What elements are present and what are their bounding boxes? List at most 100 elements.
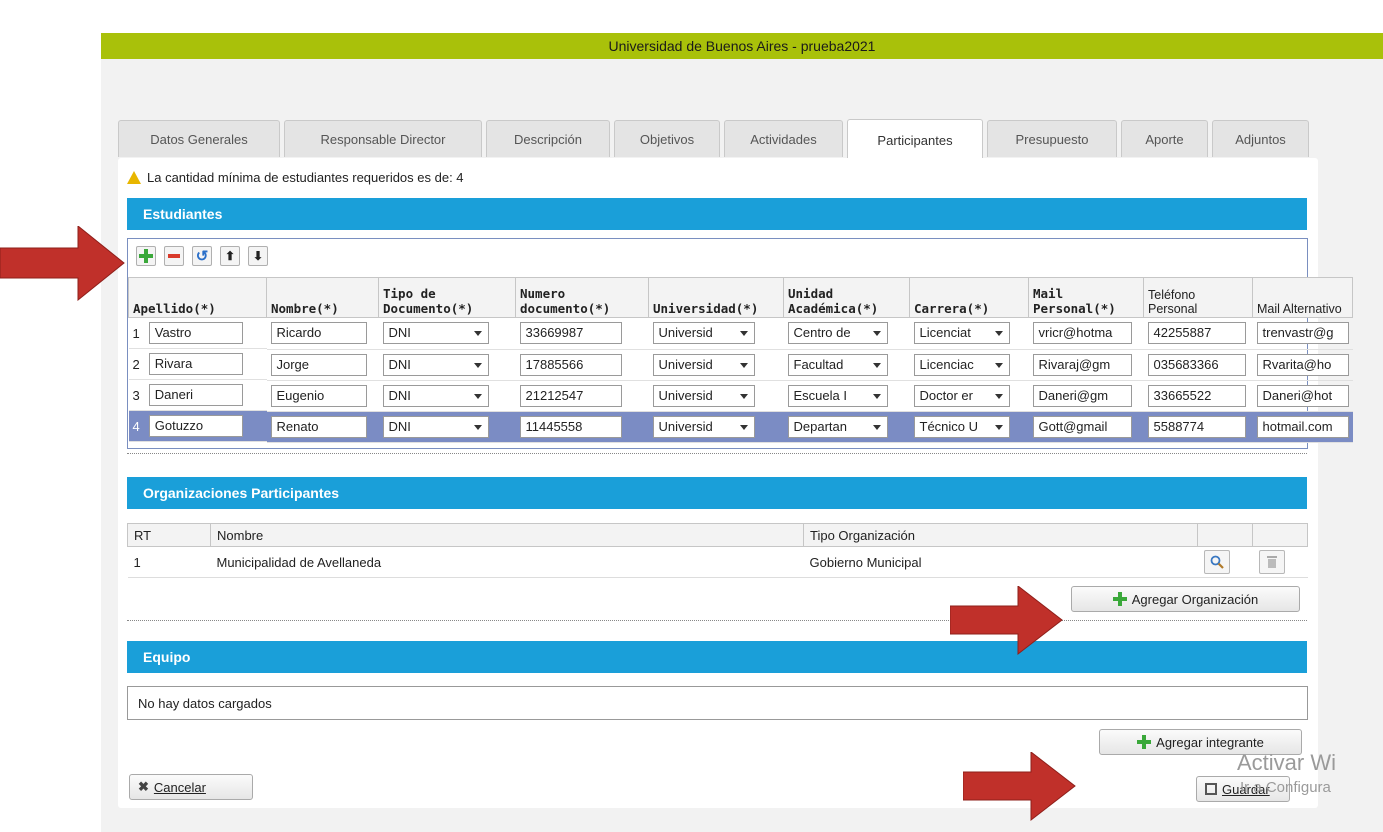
carrera-select[interactable]: Doctor er — [913, 384, 1010, 407]
table-row[interactable]: 4 Gotuzzo Renato DNI 11445558 Universid Depart… — [128, 411, 1353, 443]
telefono-field[interactable]: 42255887 — [1147, 322, 1246, 345]
tab-participantes[interactable]: Participantes — [847, 119, 983, 160]
org-rt: 1 — [127, 546, 211, 578]
annotation-arrow — [950, 586, 1063, 656]
tab-descripcion[interactable]: Descripción — [486, 120, 610, 157]
universidad-select[interactable]: Universid — [652, 384, 755, 407]
unidad-academica-select[interactable]: Centro de — [787, 322, 888, 345]
estudiantes-header: Estudiantes — [127, 198, 1307, 230]
unidad-academica-select[interactable]: Departan — [787, 415, 888, 438]
telefono-field[interactable]: 5588774 — [1147, 415, 1246, 438]
move-down-icon: ⬇ — [252, 249, 264, 263]
add-organization-label: Agregar Organización — [1131, 591, 1259, 607]
apellido-field[interactable]: Daneri — [148, 384, 243, 406]
windows-activation-watermark: Activar Wi — [1237, 750, 1336, 776]
separator — [127, 453, 1307, 454]
estudiantes-toolbar: ↺ ⬆ ⬇ — [136, 246, 268, 266]
telefono-field[interactable]: 035683366 — [1147, 353, 1246, 376]
nombre-field[interactable]: Ricardo — [270, 322, 367, 345]
separator — [127, 620, 1307, 621]
mail-alternativo-field[interactable]: Daneri@hot — [1256, 384, 1349, 407]
tab-presupuesto[interactable]: Presupuesto — [987, 120, 1117, 157]
move-down-button[interactable]: ⬇ — [248, 246, 268, 266]
undo-icon: ↺ — [195, 248, 209, 265]
col-mail-personal: Mail Personal(*) — [1028, 277, 1144, 318]
cancel-icon: ✖ — [138, 779, 149, 794]
mail-alternativo-field[interactable]: Rvarita@ho — [1256, 353, 1349, 376]
tipo-documento-select[interactable]: DNI — [382, 353, 489, 376]
delete-org-button[interactable] — [1258, 550, 1285, 574]
mail-personal-field[interactable]: Daneri@gm — [1032, 384, 1132, 407]
numero-documento-field[interactable]: 33669987 — [519, 322, 622, 345]
move-up-button[interactable]: ⬆ — [220, 246, 240, 266]
table-row[interactable]: 2 Rivara Jorge DNI 17885566 Universid Facultad… — [128, 349, 1353, 381]
carrera-select[interactable]: Licenciat — [913, 322, 1010, 345]
carrera-select[interactable]: Licenciac — [913, 353, 1010, 376]
app-title-bar: Universidad de Buenos Aires - prueba2021 — [101, 33, 1383, 59]
universidad-select[interactable]: Universid — [652, 322, 755, 345]
mail-personal-field[interactable]: Rivaraj@gm — [1032, 353, 1132, 376]
universidad-select[interactable]: Universid — [652, 415, 755, 438]
trash-icon — [1266, 556, 1277, 568]
universidad-select[interactable]: Universid — [652, 353, 755, 376]
unidad-academica-select[interactable]: Facultad — [787, 353, 888, 376]
nombre-field[interactable]: Jorge — [270, 353, 367, 376]
empty-message: No hay datos cargados — [138, 695, 272, 711]
tab-actividades[interactable]: Actividades — [724, 120, 843, 157]
col-mail-alternativo: Mail Alternativo — [1252, 277, 1353, 318]
row-number: 1 — [132, 325, 140, 341]
col-numero-documento: Numero documento(*) — [515, 277, 649, 318]
app-title: Universidad de Buenos Aires - prueba2021 — [608, 38, 876, 54]
remove-row-button[interactable] — [164, 246, 184, 266]
apellido-field[interactable]: Vastro — [148, 322, 243, 344]
nombre-field[interactable]: Eugenio — [270, 384, 367, 407]
equipo-empty: No hay datos cargados — [127, 686, 1308, 720]
tipo-documento-select[interactable]: DNI — [382, 322, 489, 345]
tab-aporte[interactable]: Aporte — [1121, 120, 1208, 157]
col-delete — [1252, 523, 1308, 547]
telefono-field[interactable]: 33665522 — [1147, 384, 1246, 407]
col-apellido: Apellido(*) — [128, 277, 267, 318]
numero-documento-field[interactable]: 11445558 — [519, 415, 622, 438]
search-icon — [1210, 555, 1224, 569]
numero-documento-field[interactable]: 17885566 — [519, 353, 622, 376]
tab-objetivos[interactable]: Objetivos — [614, 120, 720, 157]
table-row: 1 Municipalidad de Avellaneda Gobierno M… — [127, 546, 1308, 578]
tipo-documento-select[interactable]: DNI — [382, 415, 489, 438]
tab-datos-generales[interactable]: Datos Generales — [118, 120, 280, 157]
numero-documento-field[interactable]: 21212547 — [519, 384, 622, 407]
tab-responsable-director[interactable]: Responsable Director — [284, 120, 482, 157]
apellido-field[interactable]: Rivara — [148, 353, 243, 375]
tipo-documento-select[interactable]: DNI — [382, 384, 489, 407]
mail-alternativo-field[interactable]: trenvastr@g — [1256, 322, 1349, 345]
cancel-button[interactable]: ✖ Cancelar — [129, 774, 253, 800]
col-universidad: Universidad(*) — [648, 277, 784, 318]
view-org-button[interactable] — [1203, 550, 1230, 574]
organizaciones-title: Organizaciones Participantes — [143, 485, 340, 501]
tab-adjuntos[interactable]: Adjuntos — [1212, 120, 1309, 157]
add-icon — [1137, 735, 1152, 749]
add-row-button[interactable] — [136, 246, 156, 266]
nombre-field[interactable]: Renato — [270, 415, 367, 438]
table-row[interactable]: 1 Vastro Ricardo DNI 33669987 Universid Centro… — [128, 317, 1353, 350]
unidad-academica-select[interactable]: Escuela I — [787, 384, 888, 407]
table-row[interactable]: 3 Daneri Eugenio DNI 21212547 Universid Escuel… — [128, 380, 1353, 412]
col-tipo-documento: Tipo de Documento(*) — [378, 277, 516, 318]
org-nombre: Municipalidad de Avellaneda — [210, 546, 804, 578]
mail-alternativo-field[interactable]: hotmail.com — [1256, 415, 1349, 438]
watermark-line1: Activar Wi — [1237, 750, 1336, 775]
col-view — [1197, 523, 1253, 547]
add-icon — [1112, 592, 1127, 606]
mail-personal-field[interactable]: Gott@gmail — [1032, 415, 1132, 438]
org-tipo: Gobierno Municipal — [803, 546, 1198, 578]
save-icon — [1205, 783, 1217, 795]
carrera-select[interactable]: Técnico U — [913, 415, 1010, 438]
col-tipo-organizacion: Tipo Organización — [803, 523, 1198, 547]
add-organization-button[interactable]: Agregar Organización — [1071, 586, 1300, 612]
undo-button[interactable]: ↺ — [192, 246, 212, 266]
col-carrera: Carrera(*) — [909, 277, 1029, 318]
apellido-field[interactable]: Gotuzzo — [148, 415, 243, 437]
row-number: 3 — [132, 387, 140, 403]
col-rt: RT — [127, 523, 211, 547]
mail-personal-field[interactable]: vricr@hotma — [1032, 322, 1132, 345]
